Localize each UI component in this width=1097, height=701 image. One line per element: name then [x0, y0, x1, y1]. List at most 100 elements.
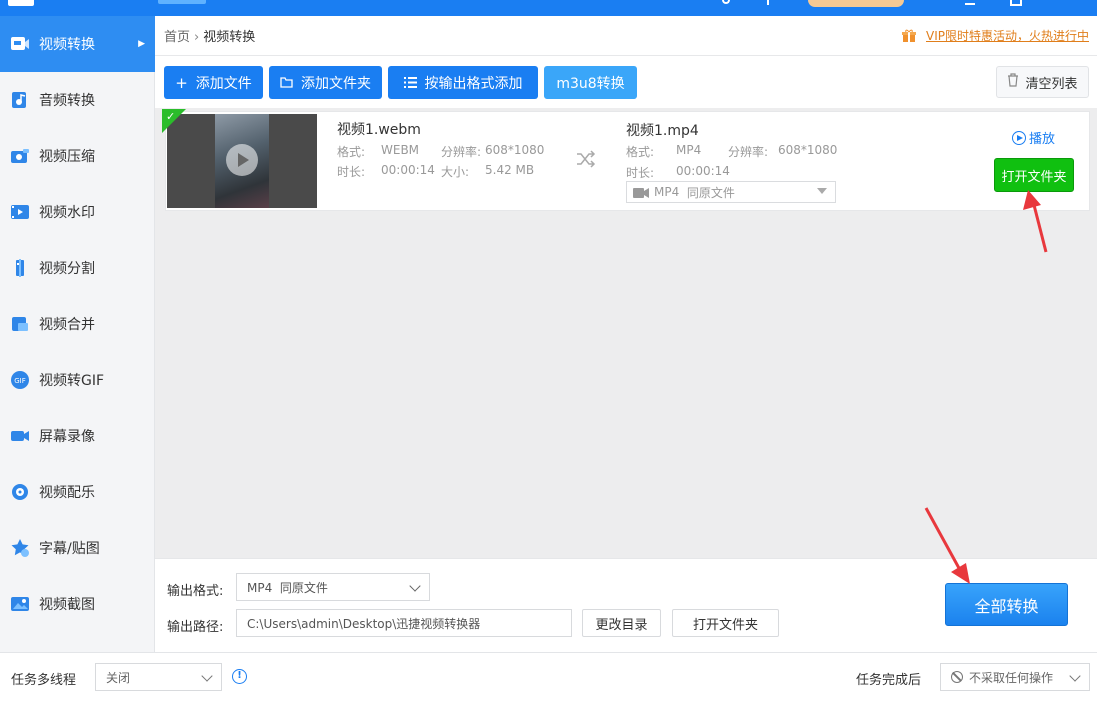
video-music-icon: [10, 482, 30, 502]
source-size-label: 大小:: [441, 165, 470, 179]
message-icon[interactable]: [722, 0, 730, 4]
after-complete-label: 任务完成后: [856, 673, 922, 688]
source-resolution-label: 分辨率:: [441, 145, 482, 159]
ban-icon: [951, 671, 963, 683]
video-gif-icon: GIF: [10, 370, 30, 390]
list-icon: [403, 74, 417, 92]
active-arrow-icon: ▶: [138, 39, 145, 49]
output-preset-quality: 同原文件: [686, 185, 735, 200]
sidebar-item-video-music[interactable]: 视频配乐: [0, 464, 155, 520]
add-by-format-label: 按输出格式添加: [424, 75, 523, 92]
trash-icon: [1007, 73, 1019, 91]
thumbnail-play-icon[interactable]: [226, 144, 258, 176]
breadcrumb-separator: ›: [194, 30, 200, 45]
play-button[interactable]: 播放: [1012, 128, 1055, 147]
minimize-icon[interactable]: [1010, 0, 1022, 6]
chevron-down-icon: [409, 580, 421, 592]
edition-badge: [158, 0, 206, 4]
sidebar-item-screen-record[interactable]: 屏幕录像: [0, 408, 155, 464]
output-format-label: 格式:: [626, 145, 655, 159]
after-complete-select[interactable]: 不采取任何操作: [940, 663, 1090, 691]
open-output-folder-button[interactable]: 打开文件夹: [994, 158, 1074, 192]
video-screenshot-icon: [10, 594, 30, 614]
convert-arrows-icon: [576, 150, 596, 168]
close-icon[interactable]: [1058, 0, 1068, 5]
gift-icon: [902, 29, 916, 43]
menu-icon[interactable]: [965, 0, 975, 5]
content-divider: [155, 55, 1097, 56]
output-format-select-value: MP4 同原文件: [247, 580, 328, 595]
add-folder-button[interactable]: 添加文件夹: [269, 66, 382, 99]
sidebar-item-label: 视频分割: [39, 261, 95, 277]
source-file-name: 视频1.webm: [337, 122, 421, 138]
multithread-label: 任务多线程: [11, 673, 77, 688]
m3u8-convert-button[interactable]: m3u8转换: [544, 66, 637, 99]
breadcrumb-current: 视频转换: [203, 30, 256, 45]
sidebar-item-video-merge[interactable]: 视频合并: [0, 296, 155, 352]
m3u8-convert-label: m3u8转换: [556, 75, 625, 92]
after-complete-value: 不采取任何操作: [969, 670, 1054, 685]
add-folder-label: 添加文件夹: [301, 75, 371, 92]
output-file-name: 视频1.mp4: [626, 123, 699, 139]
video-camera-icon: [633, 187, 649, 198]
svg-text:GIF: GIF: [14, 377, 26, 385]
sidebar-item-video-gif[interactable]: GIF 视频转GIF: [0, 352, 155, 408]
sidebar-item-audio-convert[interactable]: 音频转换: [0, 72, 155, 128]
multithread-value: 关闭: [106, 670, 131, 685]
sidebar: 视频转换 ▶ 音频转换 视频压缩 视频水印 视频分割 视频合并 GIF 视频转G…: [0, 16, 155, 652]
add-by-format-button[interactable]: 按输出格式添加: [388, 66, 538, 99]
convert-all-button[interactable]: 全部转换: [945, 583, 1068, 626]
chevron-down-icon: [1069, 670, 1081, 682]
sidebar-item-label: 音频转换: [39, 93, 95, 109]
open-output-folder-label: 打开文件夹: [1001, 169, 1067, 185]
source-format-label: 格式:: [337, 145, 366, 159]
screen-record-icon: [10, 426, 30, 446]
play-circle-icon: [1012, 130, 1026, 145]
open-folder-label: 打开文件夹: [692, 617, 758, 633]
breadcrumb: 首页 › 视频转换: [164, 26, 255, 45]
open-folder-button[interactable]: 打开文件夹: [672, 609, 779, 637]
audio-convert-icon: [10, 90, 30, 110]
sidebar-item-label: 视频压缩: [39, 149, 95, 165]
info-icon[interactable]: !: [232, 669, 247, 684]
source-duration-label: 时长:: [337, 165, 366, 179]
clear-list-button[interactable]: 清空列表: [996, 66, 1089, 98]
output-format-select[interactable]: MP4 同原文件: [236, 573, 430, 601]
sidebar-item-label: 字幕/贴图: [39, 541, 100, 557]
vip-promo-link[interactable]: VIP限时特惠活动，火热进行中: [902, 27, 1089, 44]
sidebar-item-label: 视频配乐: [39, 485, 95, 501]
output-duration-value: 00:00:14: [676, 164, 730, 178]
sidebar-item-label: 视频截图: [39, 597, 95, 613]
multithread-select[interactable]: 关闭: [95, 663, 222, 691]
app-logo-icon: [8, 0, 34, 6]
video-split-icon: [10, 258, 30, 278]
add-file-label: 添加文件: [195, 75, 252, 92]
sidebar-item-subtitle-sticker[interactable]: 字幕/贴图: [0, 520, 155, 576]
vip-promo-text: VIP限时特惠活动，火热进行中: [926, 29, 1089, 43]
video-thumbnail[interactable]: [167, 114, 317, 208]
sidebar-item-video-convert[interactable]: 视频转换 ▶: [0, 16, 155, 72]
change-directory-button[interactable]: 更改目录: [582, 609, 661, 637]
convert-all-label: 全部转换: [974, 596, 1039, 616]
divider-icon: [767, 0, 769, 5]
output-path-input[interactable]: [236, 609, 572, 637]
subtitle-sticker-icon: [10, 538, 30, 558]
output-format-value: MP4: [676, 143, 702, 157]
sidebar-item-video-split[interactable]: 视频分割: [0, 240, 155, 296]
source-format-value: WEBM: [381, 143, 420, 157]
sidebar-item-video-screenshot[interactable]: 视频截图: [0, 576, 155, 632]
sidebar-item-label: 视频转GIF: [39, 373, 105, 389]
add-file-button[interactable]: + 添加文件: [164, 66, 263, 99]
sidebar-item-label: 视频转换: [39, 37, 95, 53]
source-duration-value: 00:00:14: [381, 163, 435, 177]
sidebar-item-video-watermark[interactable]: 视频水印: [0, 184, 155, 240]
output-preset-format: MP4: [654, 185, 680, 199]
output-format-title: 输出格式:: [167, 584, 224, 599]
output-path-title: 输出路径:: [167, 620, 224, 635]
sidebar-item-video-compress[interactable]: 视频压缩: [0, 128, 155, 184]
breadcrumb-home[interactable]: 首页: [164, 30, 190, 45]
user-login-button[interactable]: [808, 0, 904, 7]
output-resolution-value: 608*1080: [778, 143, 838, 157]
output-format-dropdown[interactable]: MP4 同原文件: [626, 181, 836, 203]
sidebar-item-label: 视频合并: [39, 317, 95, 333]
